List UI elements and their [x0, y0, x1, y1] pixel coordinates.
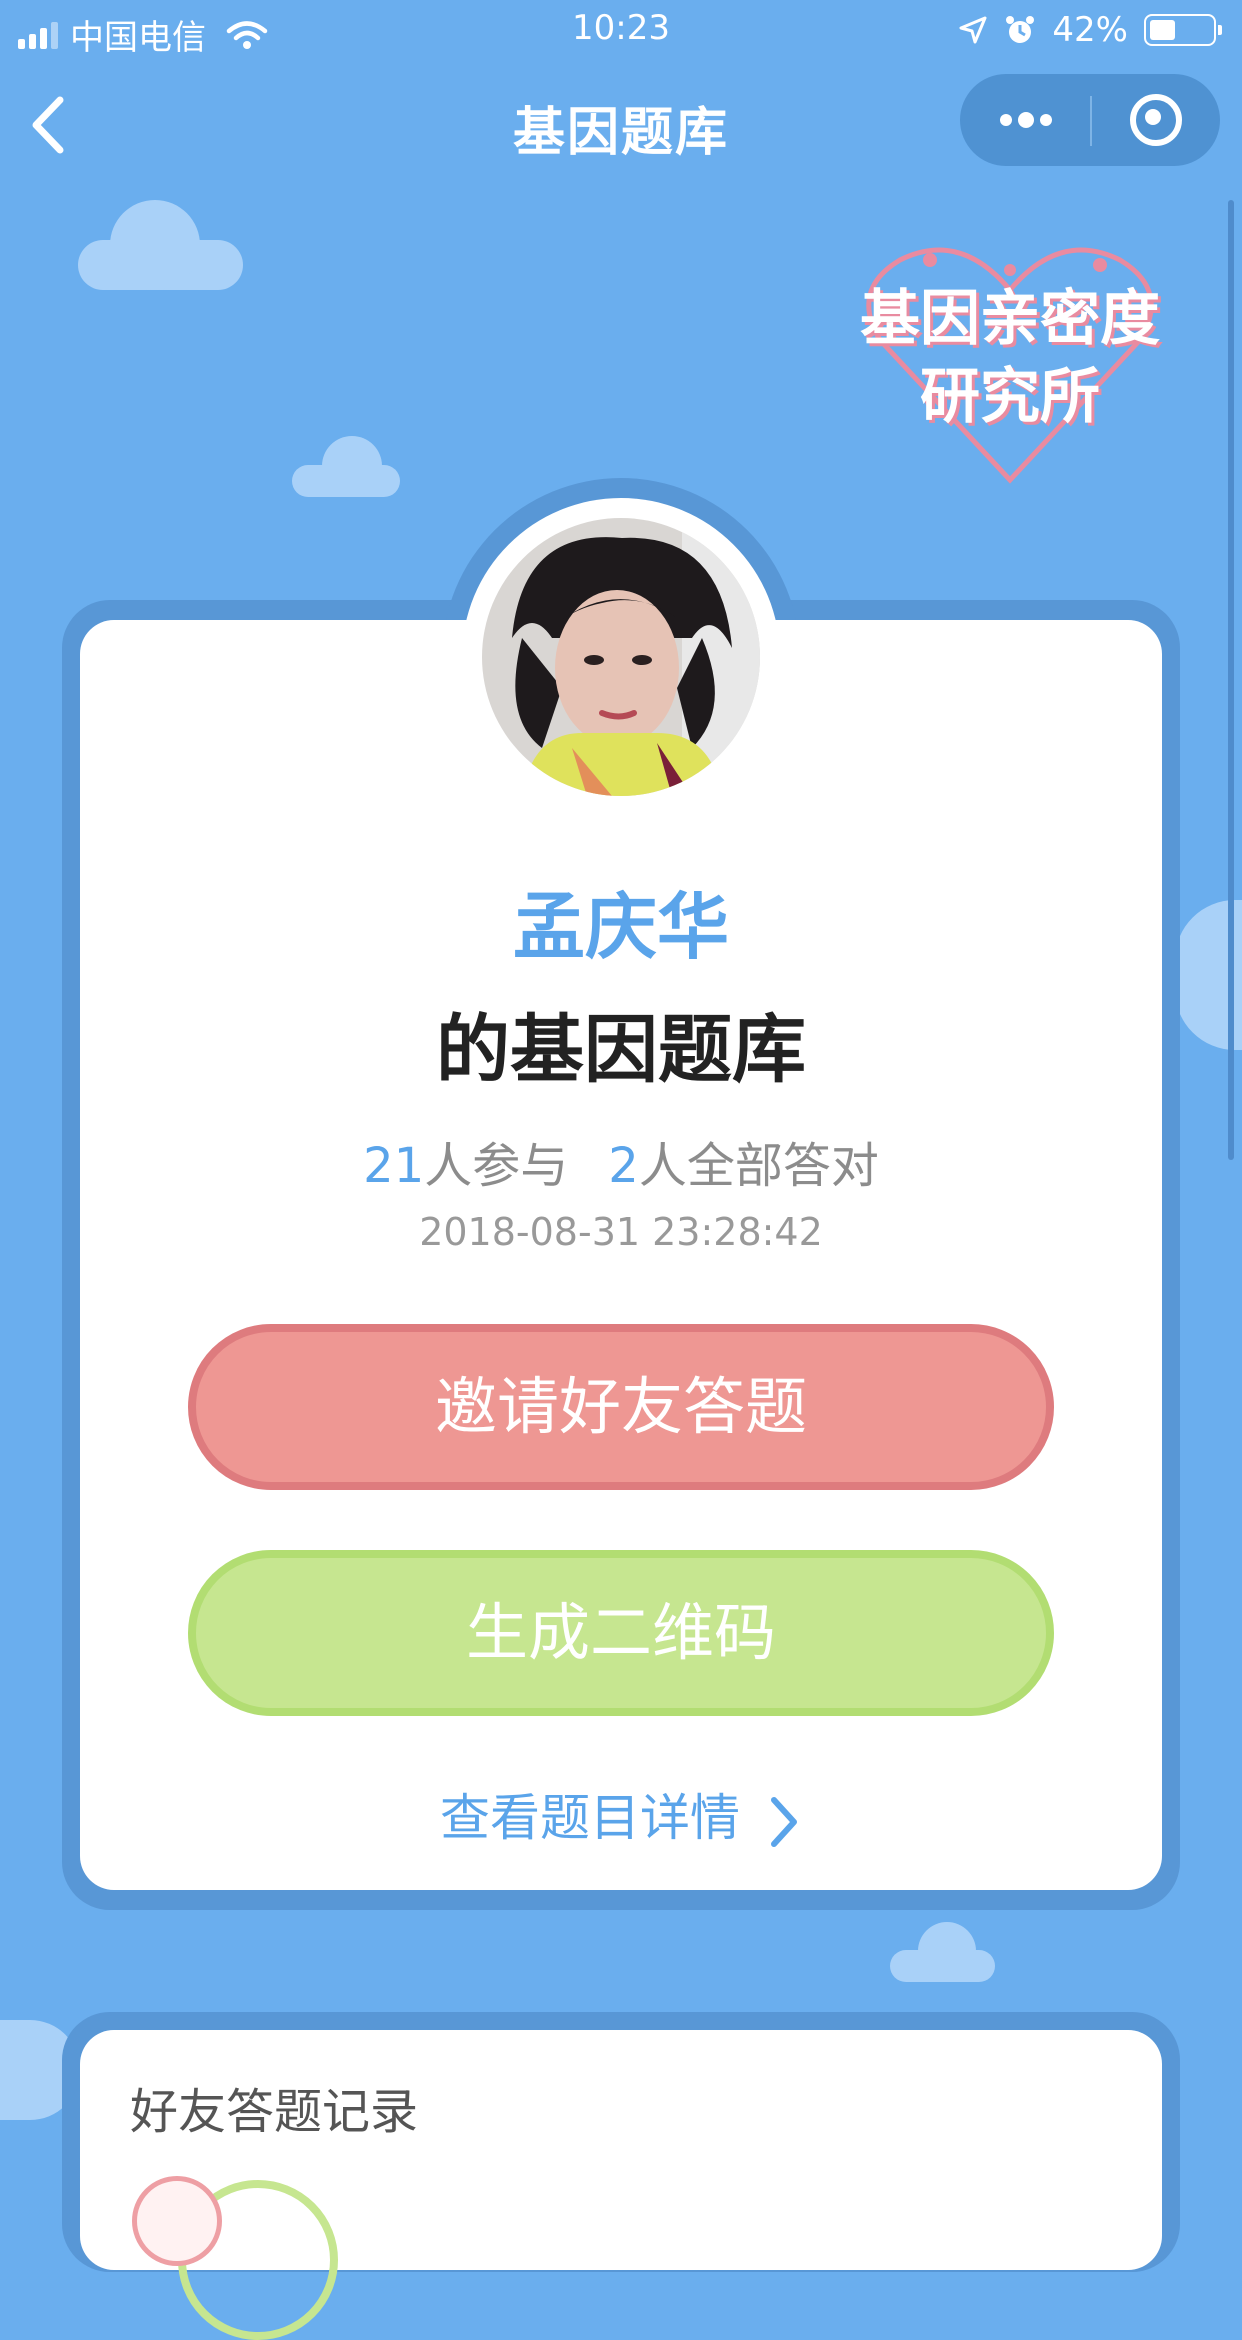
logo: 基因亲密度 研究所 [840, 230, 1180, 490]
logo-line-1: 基因亲密度 [860, 284, 1160, 354]
avatar [482, 518, 760, 796]
more-dots-icon [1000, 114, 1012, 126]
bank-title: 的基因题库 [436, 1007, 806, 1093]
all-correct-label: 人全部答对 [638, 1138, 879, 1194]
generate-qr-button[interactable]: 生成二维码 [188, 1550, 1054, 1716]
cloud-decoration [918, 1922, 976, 1980]
status-bar: 中国电信 10:23 42% [0, 0, 1242, 62]
more-button[interactable] [960, 74, 1090, 166]
participants-label: 人参与 [424, 1138, 569, 1194]
chevron-right-icon [771, 1796, 797, 1847]
records-title: 好友答题记录 [130, 2084, 419, 2140]
alarm-clock-icon [1006, 16, 1035, 43]
invite-friends-button[interactable]: 邀请好友答题 [188, 1324, 1054, 1490]
view-details-label: 查看题目详情 [440, 1789, 740, 1847]
all-correct-count: 2 [608, 1138, 639, 1194]
owner-name: 孟庆华 [512, 885, 729, 969]
cloud-decoration [322, 436, 382, 496]
mini-program-capsule [960, 74, 1220, 166]
battery-percent: 42% [1052, 10, 1128, 50]
close-mini-program-button[interactable] [1092, 74, 1220, 166]
location-arrow-icon [959, 16, 987, 44]
view-details-link[interactable]: 查看题目详情 [0, 1778, 1242, 1850]
logo-line-2: 研究所 [920, 362, 1100, 432]
stats-line: 21人参与 2人全部答对 [0, 1126, 1242, 1196]
cloud-decoration [110, 200, 200, 290]
participants-count: 21 [363, 1138, 425, 1194]
battery-icon [1144, 14, 1222, 46]
record-avatar[interactable] [132, 2176, 222, 2266]
nav-bar: 基因题库 [0, 70, 1242, 180]
created-timestamp: 2018-08-31 23:28:42 [419, 1210, 823, 1254]
